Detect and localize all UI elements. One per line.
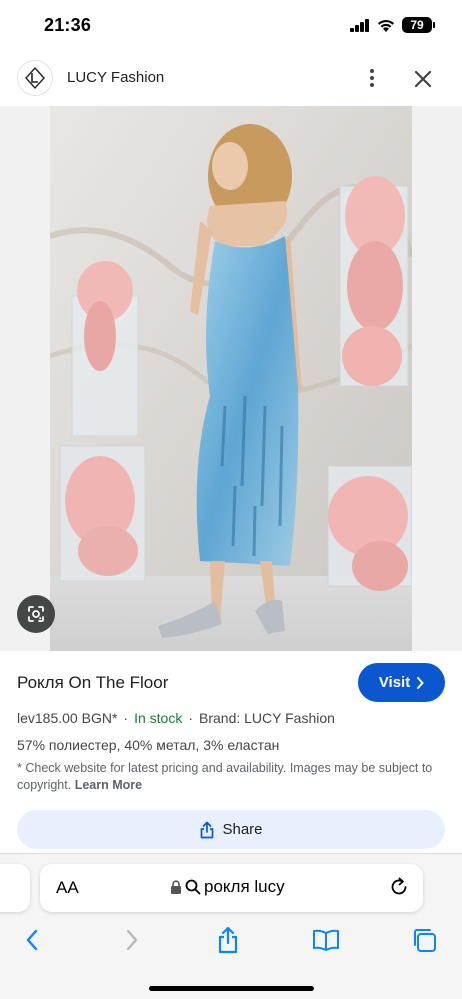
- stock-status: In stock: [134, 710, 183, 726]
- back-icon[interactable]: [16, 924, 48, 956]
- reload-icon[interactable]: [388, 876, 410, 898]
- image-viewer: [0, 106, 462, 651]
- status-bar: 21:36 79: [0, 0, 462, 52]
- browser-toolbar: [0, 924, 462, 964]
- visit-label: Visit: [378, 674, 411, 691]
- product-image[interactable]: [50, 106, 412, 651]
- result-header: LUCY Fashion: [0, 52, 462, 106]
- chevron-right-icon: [417, 676, 425, 689]
- home-indicator: [149, 986, 314, 991]
- learn-more-link[interactable]: Learn More: [75, 778, 142, 792]
- product-meta: lev185.00 BGN* · In stock · Brand: LUCY Fash…: [17, 710, 335, 726]
- close-icon[interactable]: [410, 66, 436, 92]
- address-display[interactable]: рокля lucy: [170, 877, 285, 897]
- product-material: 57% полиестер, 40% метал, 3% еластан: [17, 737, 280, 753]
- product-title[interactable]: Рокля On The Floor: [17, 673, 168, 693]
- tabs-icon[interactable]: [408, 924, 440, 956]
- browser-share-icon[interactable]: [212, 924, 244, 956]
- google-lens-icon[interactable]: [17, 595, 55, 633]
- lucy-logo-icon[interactable]: [17, 60, 53, 96]
- forward-icon[interactable]: [116, 924, 148, 956]
- brand-name[interactable]: LUCY Fashion: [67, 69, 164, 86]
- visit-button[interactable]: Visit: [358, 663, 445, 702]
- reader-options-button[interactable]: AA: [56, 878, 79, 898]
- wifi-icon: [377, 19, 395, 32]
- address-bar[interactable]: AA рокля lucy: [40, 864, 423, 912]
- lock-icon: [171, 880, 181, 894]
- status-time: 21:36: [44, 15, 92, 35]
- address-text: рокля lucy: [204, 877, 285, 896]
- disclaimer: * Check website for latest pricing and a…: [17, 760, 447, 794]
- browser-chrome: AA рокля lucy: [0, 853, 462, 999]
- previous-tab[interactable]: [0, 864, 30, 912]
- share-icon: [201, 821, 214, 838]
- battery-cap: [433, 22, 435, 28]
- product-price: lev185.00 BGN*: [17, 710, 118, 726]
- share-label: Share: [222, 821, 263, 838]
- product-brand: Brand: LUCY Fashion: [199, 710, 335, 726]
- signal-icon: [350, 19, 370, 32]
- battery-indicator: 79: [402, 17, 432, 33]
- bookmarks-icon[interactable]: [310, 924, 342, 956]
- search-icon: [185, 879, 201, 895]
- share-button[interactable]: Share: [17, 810, 445, 849]
- more-vert-icon[interactable]: [360, 64, 384, 92]
